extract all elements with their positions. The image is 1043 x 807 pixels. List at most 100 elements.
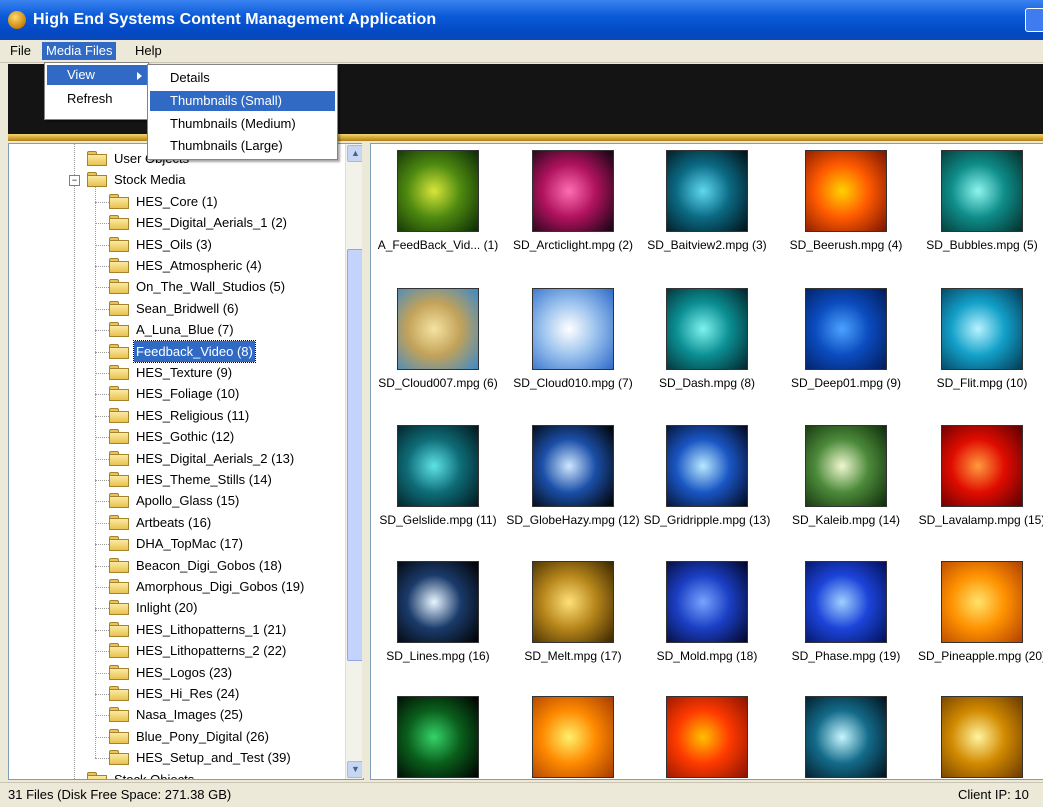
folder-tree[interactable]: User ObjectsStock Media−HES_Core (1)HES_… [8,143,364,780]
tree-connector [95,608,109,610]
tree-item-folder[interactable]: Sean_Bridwell (6) [109,298,241,319]
tree-item-folder[interactable]: A_Luna_Blue (7) [109,319,236,340]
tree-item-folder[interactable]: On_The_Wall_Studios (5) [109,276,287,297]
tree-item-folder[interactable]: Apollo_Glass (15) [109,490,241,511]
folder-icon [109,472,129,488]
tree-item-folder[interactable]: HES_Lithopatterns_1 (21) [109,619,288,640]
tree-item-folder[interactable]: Blue_Pony_Digital (26) [109,726,271,747]
tree-item-folder[interactable]: HES_Hi_Res (24) [109,683,241,704]
tree-item-folder[interactable]: HES_Digital_Aerials_1 (2) [109,212,289,233]
media-thumbnail[interactable] [637,690,777,779]
media-thumbnail[interactable]: SD_Gridripple.mpg (13) [637,419,777,528]
tree-item-folder[interactable]: HES_Oils (3) [109,234,214,255]
thumbnail-image [941,425,1023,507]
media-thumbnail[interactable]: SD_Baitview2.mpg (3) [637,144,777,253]
pane-splitter[interactable] [362,143,370,778]
tree-item-folder[interactable]: Nasa_Images (25) [109,704,245,725]
tree-item-stock-objects[interactable]: Stock Objects [87,769,196,779]
tree-connector [95,458,109,460]
thumbnail-image [805,696,887,778]
tree-item-folder[interactable]: DHA_TopMac (17) [109,533,245,554]
thumbnail-image [805,425,887,507]
media-thumbnail[interactable]: SD_Arcticlight.mpg (2) [503,144,643,253]
menu-file[interactable]: File [6,42,35,60]
tree-scrollbar[interactable]: ▲ ▼ [345,144,363,779]
tree-item-folder[interactable]: Amorphous_Digi_Gobos (19) [109,576,306,597]
media-thumbnail[interactable]: SD_Pineapple.mpg (20) [912,555,1043,664]
folder-icon [109,536,129,552]
media-thumbnail[interactable]: SD_Deep01.mpg (9) [776,282,916,391]
folder-icon [109,386,129,402]
menu-item-thumbnails-large[interactable]: Thumbnails (Large) [150,136,335,156]
media-thumbnail[interactable]: SD_Beerush.mpg (4) [776,144,916,253]
menu-item-view-label: View [67,67,95,82]
media-thumbnail[interactable]: SD_Gelslide.mpg (11) [371,419,508,528]
collapse-toggle[interactable]: − [69,175,80,187]
media-thumbnail[interactable]: SD_Bubbles.mpg (5) [912,144,1043,253]
tree-item-folder[interactable]: Artbeats (16) [109,512,213,533]
tree-connector [95,415,109,417]
tree-item-label: HES_Logos (23) [136,664,233,680]
media-thumbnail[interactable]: SD_Flit.mpg (10) [912,282,1043,391]
tree-item-folder[interactable]: HES_Lithopatterns_2 (22) [109,640,288,661]
menu-item-thumbnails-medium[interactable]: Thumbnails (Medium) [150,114,335,134]
tree-item-folder[interactable]: HES_Religious (11) [109,405,251,426]
tree-item-label: HES_Atmospheric (4) [136,258,262,273]
media-thumbnail[interactable]: SD_Dash.mpg (8) [637,282,777,391]
thumbnail-image [532,696,614,778]
media-thumbnail[interactable]: SD_Mold.mpg (18) [637,555,777,664]
thumbnail-caption: SD_Beerush.mpg (4) [789,238,903,252]
tree-connector [95,308,109,310]
tree-item-folder[interactable]: HES_Setup_and_Test (39) [109,747,293,768]
status-bar: 31 Files (Disk Free Space: 271.38 GB) Cl… [0,782,1043,807]
tree-item-folder[interactable]: HES_Texture (9) [109,362,234,383]
media-thumbnail[interactable] [503,690,643,779]
tree-item-folder[interactable]: HES_Atmospheric (4) [109,255,264,276]
media-thumbnail[interactable] [776,690,916,779]
media-thumbnail[interactable]: SD_Phase.mpg (19) [776,555,916,664]
tree-item-folder[interactable]: Inlight (20) [109,597,199,618]
media-thumbnail[interactable] [371,690,508,779]
thumbnail-image [666,425,748,507]
tree-connector [95,480,109,481]
tree-item-folder[interactable]: Beacon_Digi_Gobos (18) [109,555,284,576]
tree-item-folder[interactable]: HES_Core (1) [109,191,220,212]
view-submenu: Details Thumbnails (Small) Thumbnails (M… [147,64,338,160]
media-thumbnail[interactable]: A_FeedBack_Vid... (1) [371,144,508,253]
thumbnail-caption: SD_Baitview2.mpg (3) [647,238,767,252]
tree-item-folder[interactable]: HES_Gothic (12) [109,426,236,447]
menu-item-view[interactable]: View [47,65,148,85]
tree-item-folder[interactable]: Feedback_Video (8) [109,339,256,363]
folder-icon [87,151,107,167]
menu-help[interactable]: Help [131,42,166,60]
tree-connector [95,565,109,567]
media-thumbnail[interactable]: SD_Melt.mpg (17) [503,555,643,664]
tree-connector [95,694,109,695]
media-thumbnail[interactable]: SD_Cloud010.mpg (7) [503,282,643,391]
menu-item-details[interactable]: Details [150,68,335,88]
thumbnail-caption: SD_GlobeHazy.mpg (12) [506,513,640,527]
media-thumbnail[interactable]: SD_Lavalamp.mpg (15) [912,419,1043,528]
tree-item-label: Nasa_Images (25) [136,707,243,723]
media-thumbnail[interactable]: SD_Cloud007.mpg (6) [371,282,508,391]
tree-item-folder[interactable]: HES_Logos (23) [109,662,234,683]
tree-item-folder[interactable]: HES_Foliage (10) [109,383,241,404]
tree-connector [95,373,109,374]
media-thumbnail[interactable] [912,690,1043,779]
menu-item-thumbnails-small[interactable]: Thumbnails (Small) [150,91,335,111]
menu-media-files[interactable]: Media Files [42,42,117,60]
tree-item-stock-media[interactable]: Stock Media [87,169,188,190]
folder-icon [109,279,129,295]
thumbnail-image [941,150,1023,232]
media-thumbnail[interactable]: SD_Lines.mpg (16) [371,555,508,664]
tree-connector [74,144,75,779]
folder-icon [109,365,129,381]
media-thumbnail[interactable]: SD_Kaleib.mpg (14) [776,419,916,528]
tree-item-folder[interactable]: HES_Digital_Aerials_2 (13) [109,448,296,469]
tree-connector [95,201,109,203]
media-thumbnail[interactable]: SD_GlobeHazy.mpg (12) [503,419,643,528]
maximize-button[interactable] [1025,8,1043,32]
menu-item-refresh[interactable]: Refresh [47,89,148,109]
tree-item-folder[interactable]: HES_Theme_Stills (14) [109,469,274,490]
tree-connector [95,522,109,524]
